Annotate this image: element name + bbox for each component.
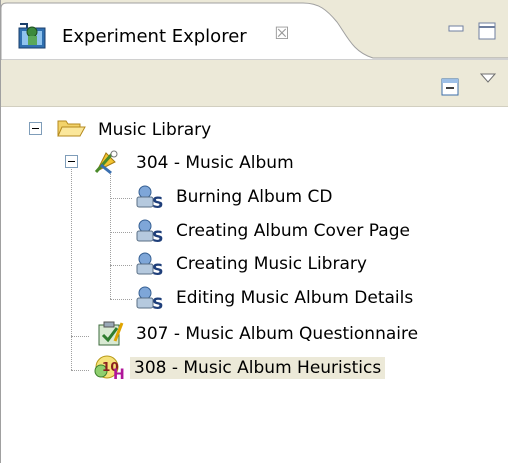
tree-node-questionnaire-307[interactable]: 307 - Music Album Questionnaire <box>1 318 461 348</box>
experiment-icon <box>92 148 122 176</box>
questionnaire-icon <box>95 319 125 347</box>
minimize-icon[interactable] <box>448 22 464 36</box>
tree-node-task[interactable]: S Creating Album Cover Page <box>1 215 451 245</box>
view-toolbar <box>1 60 508 107</box>
experiment-tree: Music Library 304 - Music Album S Burnin… <box>1 107 508 463</box>
tree-node-task[interactable]: S Burning Album CD <box>1 181 361 211</box>
view-title[interactable]: Experiment Explorer <box>62 26 247 47</box>
tree-node-label[interactable]: Burning Album CD <box>172 186 336 208</box>
folder-open-icon <box>56 117 86 139</box>
tree-node-task[interactable]: S Editing Music Album Details <box>1 282 451 312</box>
tree-node-label[interactable]: Music Library <box>94 119 215 141</box>
collapse-toggle-icon[interactable] <box>65 155 78 168</box>
collapse-all-icon[interactable] <box>441 78 459 96</box>
svg-text:S: S <box>152 193 164 210</box>
task-scenario-icon: S <box>132 184 166 210</box>
svg-text:S: S <box>152 294 164 311</box>
tree-node-label[interactable]: Creating Music Library <box>172 253 371 275</box>
task-scenario-icon: S <box>132 285 166 311</box>
view-menu-icon[interactable] <box>479 72 497 84</box>
svg-text:H: H <box>113 367 125 381</box>
experiment-explorer-icon <box>17 20 49 50</box>
task-scenario-icon: S <box>132 251 166 277</box>
experiment-explorer-view: Experiment Explorer ☒ Music Library 304 … <box>0 0 508 463</box>
svg-text:S: S <box>152 227 164 244</box>
tree-node-experiment-304[interactable]: 304 - Music Album <box>1 147 331 177</box>
tree-node-label[interactable]: Editing Music Album Details <box>172 287 417 309</box>
tree-node-heuristics-308[interactable]: 10 H 308 - Music Album Heuristics <box>1 352 431 382</box>
tree-node-label[interactable]: 304 - Music Album <box>132 152 298 174</box>
tree-node-task[interactable]: S Creating Music Library <box>1 248 421 278</box>
tree-node-music-library[interactable]: Music Library <box>1 114 261 144</box>
maximize-icon[interactable] <box>477 21 497 41</box>
heuristics-icon: 10 H <box>93 353 127 381</box>
svg-text:S: S <box>152 260 164 277</box>
tree-node-label[interactable]: Creating Album Cover Page <box>172 220 414 242</box>
close-icon[interactable]: ☒ <box>272 24 292 44</box>
tree-node-label[interactable]: 308 - Music Album Heuristics <box>130 357 386 379</box>
collapse-toggle-icon[interactable] <box>29 122 42 135</box>
task-scenario-icon: S <box>132 218 166 244</box>
view-tab-strip: Experiment Explorer ☒ <box>1 0 508 60</box>
tree-node-label[interactable]: 307 - Music Album Questionnaire <box>132 323 422 345</box>
